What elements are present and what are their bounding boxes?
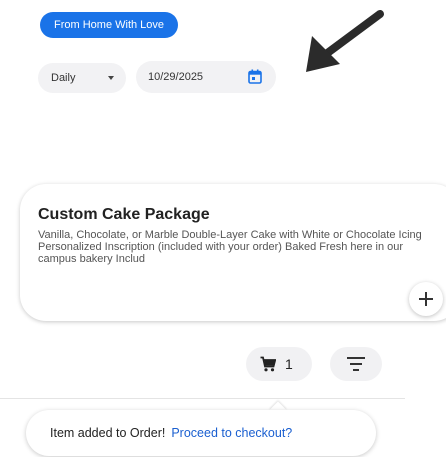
date-field[interactable]: 10/29/2025 [136, 61, 276, 93]
product-description: Vanilla, Chocolate, or Marble Double-Lay… [38, 229, 433, 265]
divider [0, 398, 405, 399]
product-description-text: Vanilla, Chocolate, or Marble Double-Lay… [38, 229, 422, 265]
cart-count: 1 [285, 356, 293, 372]
frequency-select-value: Daily [51, 72, 76, 84]
checkout-link[interactable]: Proceed to checkout? [171, 426, 292, 440]
location-chip-label: From Home With Love [54, 19, 165, 31]
toast-message: Item added to Order! [50, 426, 166, 440]
arrow-down-left-icon [306, 10, 384, 72]
location-chip[interactable]: From Home With Love [40, 12, 179, 38]
plus-icon [419, 292, 433, 306]
calendar-icon[interactable] [248, 69, 262, 84]
add-to-order-button[interactable] [409, 282, 443, 316]
order-toast: Item added to Order! Proceed to checkout… [26, 410, 376, 456]
product-title: Custom Cake Package [38, 206, 210, 223]
product-card[interactable]: Custom Cake Package Vanilla, Chocolate, … [20, 184, 446, 321]
chevron-down-icon [108, 76, 114, 80]
cart-icon [260, 356, 276, 372]
cart-button[interactable]: 1 [246, 347, 312, 381]
frequency-select[interactable]: Daily [38, 63, 126, 93]
description-fade [373, 253, 433, 265]
filter-lines-icon [347, 357, 365, 371]
filter-button[interactable] [330, 347, 382, 381]
date-field-value: 10/29/2025 [148, 71, 204, 83]
